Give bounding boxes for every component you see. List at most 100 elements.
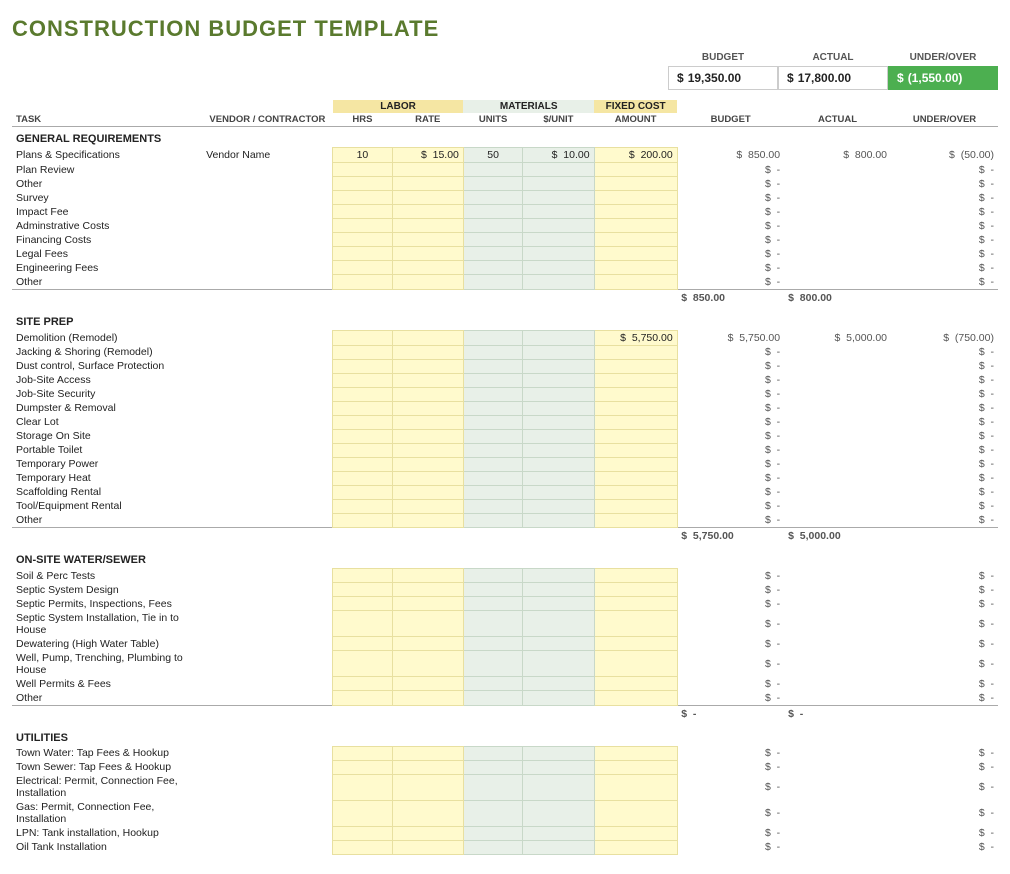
units-cell[interactable] <box>463 840 522 854</box>
rate-cell[interactable] <box>392 163 463 177</box>
hrs-cell[interactable] <box>333 191 392 205</box>
unit-cost-cell[interactable] <box>523 373 594 387</box>
fc-amount-cell[interactable] <box>594 597 677 611</box>
rate-cell[interactable] <box>392 513 463 528</box>
fc-amount-cell[interactable] <box>594 359 677 373</box>
unit-cost-cell[interactable] <box>523 205 594 219</box>
units-cell[interactable] <box>463 569 522 583</box>
units-cell[interactable] <box>463 247 522 261</box>
unit-cost-cell[interactable] <box>523 359 594 373</box>
units-cell[interactable] <box>463 774 522 800</box>
unit-cost-cell[interactable] <box>523 471 594 485</box>
unit-cost-cell[interactable] <box>523 415 594 429</box>
units-cell[interactable] <box>463 637 522 651</box>
rate-cell[interactable] <box>392 760 463 774</box>
rate-cell[interactable] <box>392 691 463 706</box>
fc-amount-cell[interactable] <box>594 513 677 528</box>
fc-amount-cell[interactable] <box>594 191 677 205</box>
units-cell[interactable] <box>463 499 522 513</box>
hrs-cell[interactable] <box>333 345 392 359</box>
fc-amount-cell[interactable] <box>594 443 677 457</box>
fc-amount-cell[interactable] <box>594 677 677 691</box>
fc-amount-cell[interactable]: $ 200.00 <box>594 148 677 163</box>
hrs-cell[interactable] <box>333 499 392 513</box>
unit-cost-cell[interactable] <box>523 826 594 840</box>
fc-amount-cell[interactable] <box>594 233 677 247</box>
units-cell[interactable] <box>463 471 522 485</box>
hrs-cell[interactable] <box>333 219 392 233</box>
unit-cost-cell[interactable] <box>523 485 594 499</box>
unit-cost-cell[interactable]: $ 10.00 <box>523 148 594 163</box>
fc-amount-cell[interactable] <box>594 691 677 706</box>
unit-cost-cell[interactable] <box>523 429 594 443</box>
hrs-cell[interactable] <box>333 691 392 706</box>
unit-cost-cell[interactable] <box>523 691 594 706</box>
units-cell[interactable] <box>463 485 522 499</box>
unit-cost-cell[interactable] <box>523 800 594 826</box>
units-cell[interactable] <box>463 677 522 691</box>
rate-cell[interactable] <box>392 651 463 677</box>
unit-cost-cell[interactable] <box>523 387 594 401</box>
units-cell[interactable] <box>463 177 522 191</box>
unit-cost-cell[interactable] <box>523 583 594 597</box>
units-cell[interactable] <box>463 611 522 637</box>
rate-cell[interactable] <box>392 499 463 513</box>
fc-amount-cell[interactable] <box>594 247 677 261</box>
fc-amount-cell[interactable] <box>594 401 677 415</box>
units-cell[interactable] <box>463 191 522 205</box>
rate-cell[interactable] <box>392 387 463 401</box>
fc-amount-cell[interactable] <box>594 774 677 800</box>
hrs-cell[interactable] <box>333 513 392 528</box>
units-cell[interactable] <box>463 651 522 677</box>
fc-amount-cell[interactable] <box>594 205 677 219</box>
fc-amount-cell[interactable] <box>594 275 677 290</box>
rate-cell[interactable] <box>392 401 463 415</box>
hrs-cell[interactable] <box>333 275 392 290</box>
units-cell[interactable] <box>463 415 522 429</box>
unit-cost-cell[interactable] <box>523 401 594 415</box>
rate-cell[interactable] <box>392 471 463 485</box>
hrs-cell[interactable] <box>333 637 392 651</box>
hrs-cell[interactable] <box>333 233 392 247</box>
rate-cell[interactable] <box>392 275 463 290</box>
fc-amount-cell[interactable] <box>594 471 677 485</box>
unit-cost-cell[interactable] <box>523 330 594 345</box>
rate-cell[interactable] <box>392 373 463 387</box>
fc-amount-cell[interactable] <box>594 429 677 443</box>
units-cell[interactable] <box>463 373 522 387</box>
hrs-cell[interactable] <box>333 597 392 611</box>
fc-amount-cell[interactable] <box>594 760 677 774</box>
rate-cell[interactable] <box>392 177 463 191</box>
unit-cost-cell[interactable] <box>523 840 594 854</box>
units-cell[interactable] <box>463 597 522 611</box>
rate-cell[interactable] <box>392 611 463 637</box>
fc-amount-cell[interactable] <box>594 746 677 760</box>
fc-amount-cell[interactable]: $ 5,750.00 <box>594 330 677 345</box>
unit-cost-cell[interactable] <box>523 499 594 513</box>
unit-cost-cell[interactable] <box>523 261 594 275</box>
rate-cell[interactable] <box>392 345 463 359</box>
units-cell[interactable] <box>463 800 522 826</box>
fc-amount-cell[interactable] <box>594 499 677 513</box>
fc-amount-cell[interactable] <box>594 457 677 471</box>
hrs-cell[interactable] <box>333 471 392 485</box>
fc-amount-cell[interactable] <box>594 583 677 597</box>
hrs-cell[interactable] <box>333 373 392 387</box>
fc-amount-cell[interactable] <box>594 415 677 429</box>
fc-amount-cell[interactable] <box>594 219 677 233</box>
hrs-cell[interactable]: 10 <box>333 148 392 163</box>
fc-amount-cell[interactable] <box>594 826 677 840</box>
fc-amount-cell[interactable] <box>594 840 677 854</box>
hrs-cell[interactable] <box>333 401 392 415</box>
fc-amount-cell[interactable] <box>594 651 677 677</box>
rate-cell[interactable] <box>392 233 463 247</box>
rate-cell[interactable] <box>392 597 463 611</box>
units-cell[interactable] <box>463 261 522 275</box>
unit-cost-cell[interactable] <box>523 611 594 637</box>
unit-cost-cell[interactable] <box>523 457 594 471</box>
units-cell[interactable] <box>463 330 522 345</box>
units-cell[interactable] <box>463 443 522 457</box>
unit-cost-cell[interactable] <box>523 177 594 191</box>
units-cell[interactable] <box>463 387 522 401</box>
fc-amount-cell[interactable] <box>594 163 677 177</box>
